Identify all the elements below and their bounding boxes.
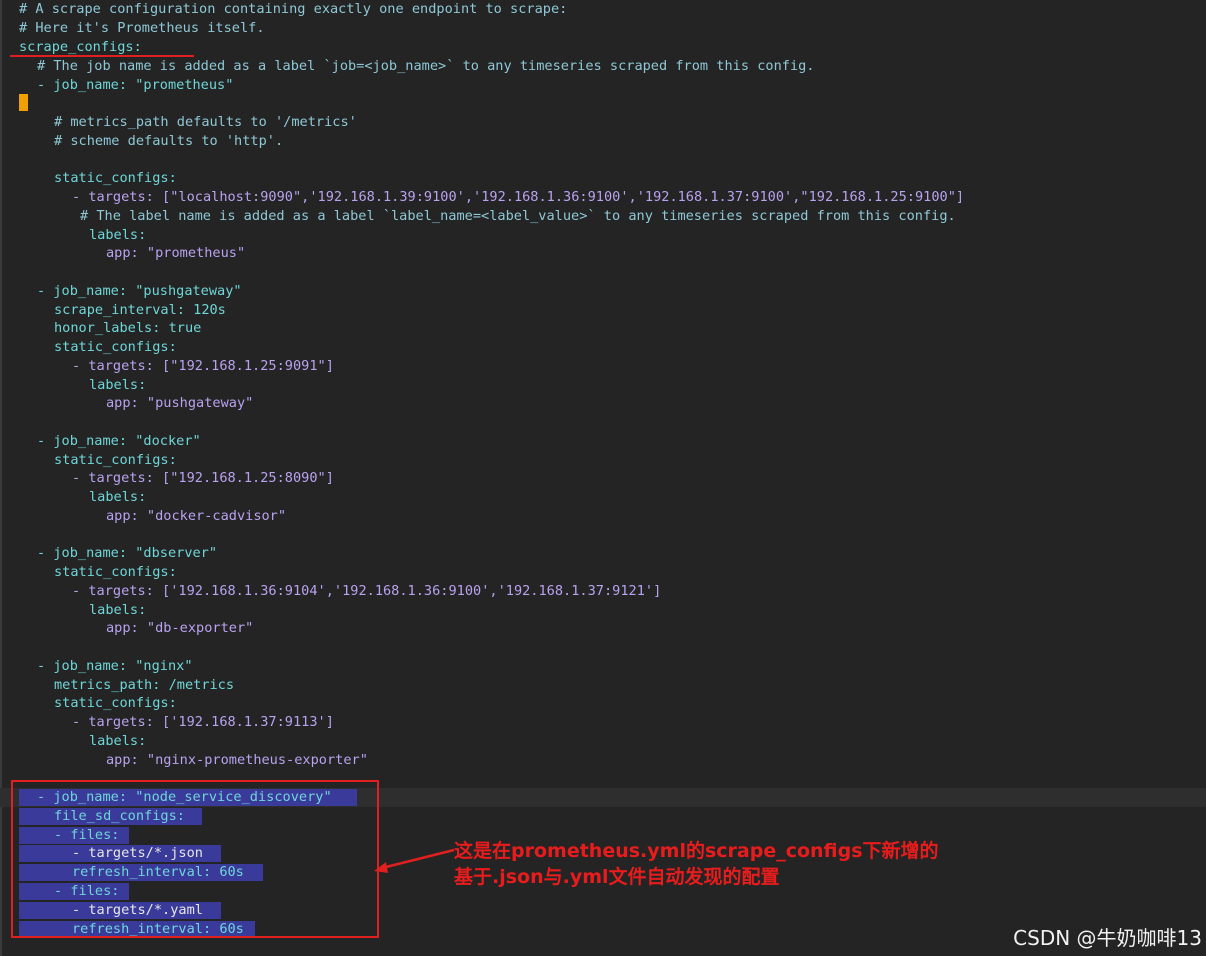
code-line[interactable]: # The job name is added as a label `job=… [37,57,815,76]
annotation-text: 这是在prometheus.yml的scrape_configs下新增的 基于.… [454,838,939,890]
code-line[interactable]: - job_name: "docker" [37,432,201,451]
code-line[interactable]: labels: [89,732,146,751]
code-line[interactable]: static_configs: [54,338,177,357]
code-line[interactable]: # A scrape configuration containing exac… [19,0,567,19]
scrape-configs-underline [10,55,194,57]
code-line[interactable]: labels: [89,376,146,395]
annotation-line-2: 基于.json与.yml文件自动发现的配置 [454,866,780,888]
code-line[interactable]: - targets: ["localhost:9090",'192.168.1.… [72,188,964,207]
code-line[interactable]: - job_name: "prometheus" [37,76,233,95]
code-line[interactable]: - targets: ["192.168.1.25:8090"] [72,469,334,488]
code-line[interactable]: # The label name is added as a label `la… [80,207,956,226]
code-line[interactable]: - targets: ["192.168.1.25:9091"] [72,357,334,376]
code-line[interactable]: app: "prometheus" [106,244,245,263]
code-line[interactable]: app: "db-exporter" [106,619,253,638]
code-line[interactable]: labels: [89,226,146,245]
annotation-arrow-icon [374,848,455,873]
gutter-border [0,0,2,956]
text-cursor [19,94,28,111]
code-line[interactable]: - job_name: "dbserver" [37,544,217,563]
code-line[interactable]: app: "docker-cadvisor" [106,507,286,526]
code-line[interactable]: # Here it's Prometheus itself. [19,19,265,38]
code-line[interactable]: - targets: ['192.168.1.37:9113'] [72,713,334,732]
code-line[interactable]: metrics_path: /metrics [54,676,234,695]
code-line[interactable]: app: "nginx-prometheus-exporter" [106,751,368,770]
code-line[interactable]: - targets: ['192.168.1.36:9104','192.168… [72,582,661,601]
code-line[interactable]: app: "pushgateway" [106,394,253,413]
code-line[interactable]: labels: [89,601,146,620]
code-line[interactable]: labels: [89,488,146,507]
code-line[interactable]: honor_labels: true [54,319,201,338]
code-line[interactable]: # scheme defaults to 'http'. [54,132,283,151]
code-line[interactable]: static_configs: [54,563,177,582]
code-line[interactable]: static_configs: [54,694,177,713]
code-line[interactable]: # metrics_path defaults to '/metrics' [54,113,357,132]
annotation-line-1: 这是在prometheus.yml的scrape_configs下新增的 [454,840,939,862]
csdn-watermark: CSDN @牛奶咖啡13 [1013,926,1202,950]
code-line[interactable]: - job_name: "pushgateway" [37,282,242,301]
code-line[interactable]: scrape_interval: 120s [54,301,226,320]
code-line[interactable]: - job_name: "nginx" [37,657,193,676]
new-block-highlight-box [11,780,379,938]
code-line[interactable]: static_configs: [54,169,177,188]
code-line[interactable]: static_configs: [54,451,177,470]
